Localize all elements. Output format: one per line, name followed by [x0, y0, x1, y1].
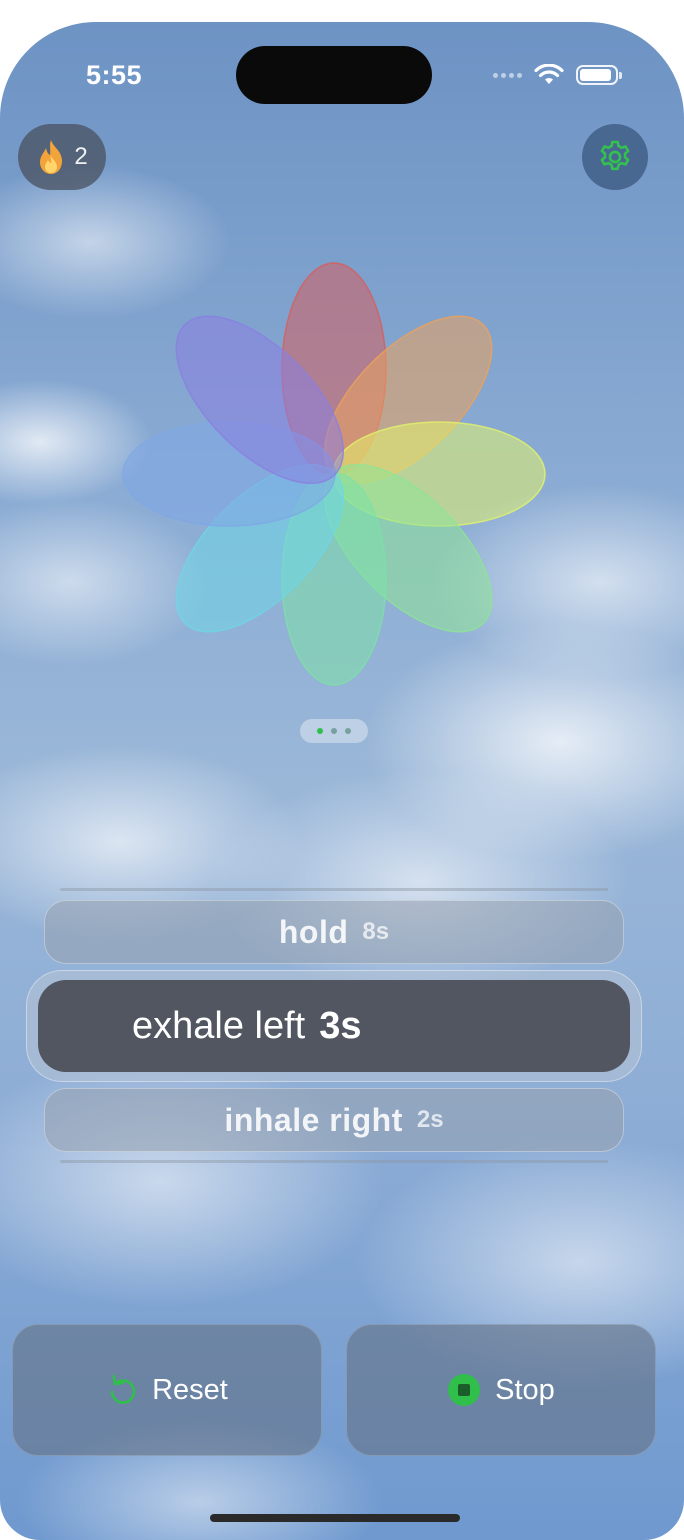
settings-button[interactable] — [582, 124, 648, 190]
step-current-duration: 3s — [319, 1004, 362, 1047]
stop-label: Stop — [495, 1373, 555, 1406]
gear-icon — [600, 140, 630, 171]
status-icons — [493, 64, 622, 86]
stop-button[interactable]: Stop — [346, 1324, 656, 1456]
step-previous-label: hold — [278, 913, 349, 950]
page-dot — [345, 728, 351, 734]
streak-badge[interactable]: 2 — [18, 124, 106, 190]
page-dot — [331, 728, 337, 734]
stop-icon — [448, 1374, 481, 1406]
battery-icon — [576, 65, 622, 85]
dynamic-island — [236, 46, 432, 104]
step-current-label: exhale left — [132, 1004, 306, 1047]
page-dot — [317, 728, 323, 734]
step-list-bottom-edge — [60, 1160, 608, 1163]
step-next: inhale right 2s — [44, 1088, 624, 1152]
flame-icon — [40, 140, 63, 174]
battery-level — [580, 69, 611, 81]
step-next-label: inhale right — [224, 1101, 403, 1138]
step-current: exhale left 3s — [38, 980, 630, 1072]
reset-label: Reset — [152, 1373, 228, 1406]
step-previous: hold 8s — [44, 900, 624, 964]
step-next-duration: 2s — [416, 1106, 444, 1133]
reset-button[interactable]: Reset — [12, 1324, 322, 1456]
app-screen: 5:55 2 hold 8s exhale left 3s inhale rig… — [0, 22, 684, 1540]
wifi-icon — [534, 64, 564, 84]
step-previous-duration: 8s — [362, 918, 390, 945]
reset-icon — [110, 1374, 136, 1404]
page-indicator[interactable] — [300, 719, 368, 743]
status-time: 5:55 — [86, 60, 143, 90]
step-list-top-edge — [60, 888, 608, 891]
cellular-signal-icon — [493, 72, 522, 78]
streak-count: 2 — [74, 143, 88, 170]
breathing-flower — [122, 262, 546, 686]
home-indicator[interactable] — [210, 1514, 460, 1522]
